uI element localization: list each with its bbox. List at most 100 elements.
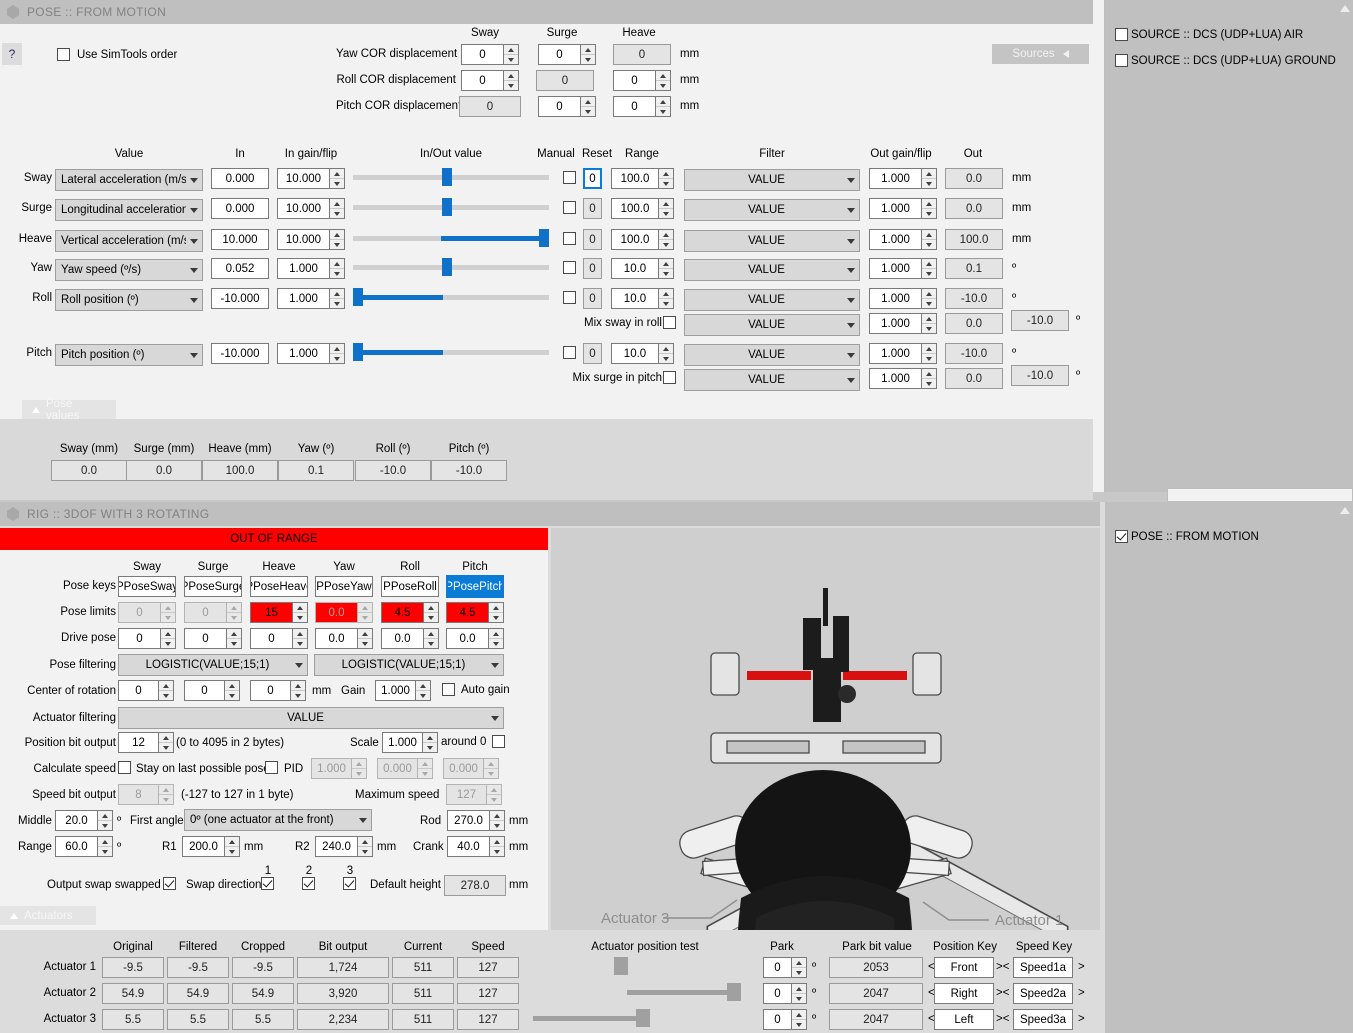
output-swap-checkbox[interactable] <box>163 877 176 890</box>
pid-i-input[interactable]: 0.000 <box>377 758 418 779</box>
drive-pose-2-stepper[interactable] <box>293 628 308 649</box>
actuator-2-park-stepper[interactable] <box>792 983 807 1004</box>
swap-direction-2-checkbox[interactable] <box>302 877 315 890</box>
r1-input[interactable]: 200.0 <box>182 836 225 857</box>
around-zero-checkbox[interactable] <box>492 735 506 748</box>
mix-sway-in-roll-out-input[interactable]: 0.0 <box>945 313 1003 334</box>
mix-sway-in-roll-out-gain-stepper[interactable] <box>922 313 937 334</box>
swap-direction-3-checkbox[interactable] <box>343 877 356 890</box>
pose-limit-1-input[interactable]: 0 <box>184 602 227 623</box>
pose-row-pitch-range-spinner[interactable]: 10.0 <box>611 343 674 364</box>
pose-row-surge-in-gain-input[interactable]: 10.000 <box>277 198 330 219</box>
pose-row-surge-inout-slider-knob[interactable] <box>442 198 453 216</box>
pose-row-heave-out-gain-stepper[interactable] <box>922 229 937 250</box>
drive-pose-5-input[interactable]: 0.0 <box>446 628 489 649</box>
pose-row-roll-out-gain-stepper[interactable] <box>922 288 937 309</box>
rig-range-input[interactable]: 60.0 <box>55 836 98 857</box>
auto-gain-row[interactable]: Auto gain <box>442 683 510 696</box>
middle-stepper[interactable] <box>98 810 113 831</box>
mix-surge-in-pitch-out-input[interactable]: 0.0 <box>945 368 1003 389</box>
yaw-cor-heave-input[interactable]: 0 <box>613 44 671 65</box>
actuator-1-test-slider-knob[interactable] <box>614 957 629 975</box>
pose-value-field-5[interactable]: -10.0 <box>431 460 507 481</box>
pose-row-heave-range-stepper[interactable] <box>659 229 674 250</box>
pose-row-pitch-inout-slider-knob[interactable] <box>353 343 363 361</box>
gain-spinner[interactable]: 1.000 <box>375 680 431 701</box>
drive-pose-0-stepper[interactable] <box>161 628 176 649</box>
swap-direction-1-checkbox[interactable] <box>261 877 274 890</box>
pose-limit-3-spinner[interactable]: 0.0 <box>315 602 373 623</box>
pose-row-sway-manual-checkbox[interactable] <box>563 171 576 184</box>
actuator-1-bit-output[interactable]: 1,724 <box>297 957 389 978</box>
pose-row-yaw-filter-combo[interactable]: VALUE <box>684 259 860 281</box>
pose-row-surge-range-stepper[interactable] <box>659 198 674 219</box>
actuator-2-test-slider-knob[interactable] <box>727 983 741 1001</box>
pose-row-heave-inout-slider-knob[interactable] <box>539 229 549 247</box>
actuator-2-park-input[interactable]: 0 <box>763 983 792 1004</box>
cor-z-spinner[interactable]: 0 <box>250 680 306 701</box>
pose-row-yaw-out-input[interactable]: 0.1 <box>945 258 1003 279</box>
drive-pose-1-input[interactable]: 0 <box>184 628 227 649</box>
crank-spinner[interactable]: 40.0 <box>447 836 505 857</box>
default-height-input[interactable]: 278.0 <box>444 875 506 896</box>
pose-row-heave-in-input[interactable]: 10.000 <box>211 229 269 250</box>
mix-surge-in-pitch-filter-combo[interactable]: VALUE <box>684 369 860 391</box>
crank-input[interactable]: 40.0 <box>447 836 490 857</box>
pose-limit-4-input[interactable]: 4.5 <box>381 602 424 623</box>
actuator-3-test-slider-knob[interactable] <box>635 1009 650 1027</box>
actuator-3-speed-key[interactable]: Speed3a <box>1013 1009 1073 1030</box>
pose-row-roll-filter-combo[interactable]: VALUE <box>684 289 860 311</box>
gain-input[interactable]: 1.000 <box>375 680 416 701</box>
pose-row-sway-inout-slider[interactable] <box>353 167 549 187</box>
first-angle-combo[interactable]: 0º (one actuator at the front) <box>184 809 372 831</box>
drive-pose-0-input[interactable]: 0 <box>118 628 161 649</box>
actuator-2-speed[interactable]: 127 <box>457 983 519 1004</box>
pose-row-pitch-out-gain-spinner[interactable]: 1.000 <box>869 343 937 364</box>
cor-y-stepper[interactable] <box>225 680 240 701</box>
source-item-1-checkbox[interactable] <box>1115 54 1128 67</box>
pose-row-sway-in-gain-input[interactable]: 10.000 <box>277 168 330 189</box>
pitch-cor-heave-stepper[interactable] <box>656 96 671 117</box>
pose-row-yaw-manual-checkbox[interactable] <box>563 261 576 274</box>
actuator-3-filtered[interactable]: 5.5 <box>167 1009 229 1030</box>
auto-gain-checkbox[interactable] <box>442 683 455 696</box>
pose-key-input-0[interactable]: PPoseSway <box>118 576 176 597</box>
r2-input[interactable]: 240.0 <box>315 836 358 857</box>
actuator-1-original[interactable]: -9.5 <box>102 957 164 978</box>
pose-row-pitch-out-gain-stepper[interactable] <box>922 343 937 364</box>
pose-row-sway-out-input[interactable]: 0.0 <box>945 168 1003 189</box>
pose-row-sway-filter-combo[interactable]: VALUE <box>684 169 860 191</box>
actuator-1-speed-key[interactable]: Speed1a <box>1013 957 1073 978</box>
pose-key-input-5[interactable]: PPosePitch <box>446 575 504 598</box>
drive-pose-3-input[interactable]: 0.0 <box>315 628 358 649</box>
pose-row-roll-range-stepper[interactable] <box>659 288 674 309</box>
pose-row-sway-value-combo[interactable]: Lateral acceleration (m/s²) <box>55 169 203 191</box>
position-bit-output-stepper[interactable] <box>159 732 174 753</box>
maximum-speed-input[interactable]: 127 <box>446 784 487 805</box>
pose-row-sway-in-input[interactable]: 0.000 <box>211 168 269 189</box>
pose-row-yaw-in-gain-input[interactable]: 1.000 <box>277 258 330 279</box>
actuator-2-test-slider[interactable] <box>533 982 741 1002</box>
pose-row-yaw-in-input[interactable]: 0.052 <box>211 258 269 279</box>
maximum-speed-stepper[interactable] <box>487 784 502 805</box>
pid-p-input[interactable]: 1.000 <box>311 758 352 779</box>
actuators-tab[interactable]: Actuators <box>0 906 96 925</box>
pose-row-pitch-extra-out[interactable]: -10.0 <box>1011 365 1069 386</box>
cor-y-spinner[interactable]: 0 <box>184 680 240 701</box>
pose-limit-0-stepper[interactable] <box>161 602 176 623</box>
pose-row-sway-reset-button[interactable]: 0 <box>583 168 602 189</box>
use-simtools-order-row[interactable]: Use SimTools order <box>57 48 177 61</box>
speed-bit-output-spinner[interactable]: 8 <box>118 784 174 805</box>
pose-value-field-2[interactable]: 100.0 <box>202 460 278 481</box>
pose-row-pitch-range-stepper[interactable] <box>659 343 674 364</box>
actuator-2-bit-output[interactable]: 3,920 <box>297 983 389 1004</box>
pose-values-tab[interactable]: Pose values <box>22 398 116 422</box>
pitch-cor-surge-spinner[interactable]: 0 <box>538 96 596 117</box>
pose-row-heave-range-spinner[interactable]: 100.0 <box>611 229 674 250</box>
pid-p-spinner[interactable]: 1.000 <box>311 758 367 779</box>
actuator-2-position-key[interactable]: Right <box>934 983 994 1004</box>
actuator-3-position-key[interactable]: Left <box>934 1009 994 1030</box>
stay-on-last-checkbox[interactable] <box>265 761 278 774</box>
pose-row-pitch-in-gain-spinner[interactable]: 1.000 <box>277 343 345 364</box>
roll-cor-sway-input[interactable]: 0 <box>461 70 504 91</box>
